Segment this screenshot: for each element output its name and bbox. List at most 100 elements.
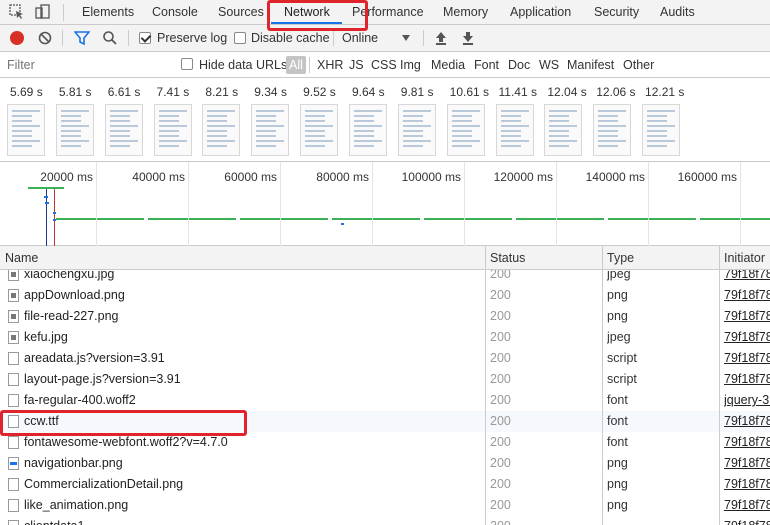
request-initiator-link[interactable]: 79f18f78 <box>724 474 770 495</box>
clear-icon[interactable] <box>38 31 52 45</box>
tab-sources[interactable]: Sources <box>218 0 264 24</box>
request-row[interactable]: navigationbar.png 200 png 79f18f78 <box>0 453 770 474</box>
column-header-initiator[interactable]: Initiator <box>719 246 765 270</box>
record-icon[interactable] <box>10 31 24 45</box>
preserve-log-label: Preserve log <box>157 31 228 45</box>
filmstrip-frame-thumbnail[interactable] <box>104 104 143 156</box>
request-initiator-link[interactable]: 79f18f78 <box>724 411 770 432</box>
column-header-status[interactable]: Status <box>485 246 525 270</box>
filmstrip-frame-thumbnail[interactable] <box>251 104 290 156</box>
filter-type-css[interactable]: CSS <box>371 52 397 78</box>
filmstrip-frame-thumbnail[interactable] <box>300 104 339 156</box>
filmstrip-frame-thumbnail[interactable] <box>495 104 534 156</box>
overview-bar <box>56 218 770 220</box>
file-icon <box>8 499 19 512</box>
overview-gridline <box>96 162 97 246</box>
filmstrip-frame-time: 9.52 s <box>303 85 336 99</box>
filter-input[interactable] <box>2 55 170 75</box>
preserve-log-checkbox[interactable] <box>139 32 151 44</box>
tab-elements[interactable]: Elements <box>82 0 134 24</box>
file-icon <box>8 270 19 281</box>
filter-type-font[interactable]: Font <box>474 52 499 78</box>
filmstrip-frame-time: 12.06 s <box>596 85 636 99</box>
filmstrip-frame-thumbnail[interactable] <box>348 104 387 156</box>
filter-type-other[interactable]: Other <box>623 52 654 78</box>
filmstrip-frame-thumbnail[interactable] <box>153 104 192 156</box>
filter-type-doc[interactable]: Doc <box>508 52 530 78</box>
request-initiator-link[interactable]: 79f18f78 <box>724 270 770 285</box>
device-toolbar-icon[interactable] <box>34 3 52 21</box>
request-type: font <box>607 435 628 449</box>
tab-console[interactable]: Console <box>152 0 198 24</box>
overview-tick-label: 160000 ms <box>677 170 737 184</box>
request-initiator-link[interactable]: 79f18f78 <box>724 348 770 369</box>
overview-tick-label: 100000 ms <box>401 170 461 184</box>
request-row[interactable]: clientdata1... 200 79f18f78 <box>0 516 770 525</box>
request-type: png <box>607 477 628 491</box>
network-overview-timeline[interactable]: 20000 ms 40000 ms 60000 ms 80000 ms 100000 m… <box>0 162 770 246</box>
request-initiator-link[interactable]: 79f18f78 <box>724 495 770 516</box>
filter-type-js[interactable]: JS <box>349 52 364 78</box>
hide-data-urls-checkbox[interactable] <box>181 58 193 70</box>
request-initiator-link[interactable]: 79f18f78 <box>724 369 770 390</box>
request-initiator-link[interactable]: 79f18f78 <box>724 516 770 525</box>
request-row[interactable]: xiaochengxu.jpg 200 jpeg 79f18f78 <box>0 270 770 285</box>
filmstrip-frame-thumbnail[interactable] <box>544 104 583 156</box>
tab-application[interactable]: Application <box>510 0 571 24</box>
filmstrip-frame-thumbnail[interactable] <box>446 104 485 156</box>
request-initiator-link[interactable]: 79f18f78 <box>724 327 770 348</box>
request-initiator-link[interactable]: 79f18f78 <box>724 432 770 453</box>
filmstrip-frame-thumbnail[interactable] <box>7 104 45 156</box>
filter-type-all[interactable]: All <box>286 56 306 74</box>
inspect-element-icon[interactable] <box>8 3 26 21</box>
filter-type-ws[interactable]: WS <box>539 52 559 78</box>
overview-gridline <box>280 162 281 246</box>
overview-gridline <box>464 162 465 246</box>
column-divider <box>602 270 603 525</box>
highlight-box-network-tab <box>267 0 368 31</box>
tab-memory[interactable]: Memory <box>443 0 488 24</box>
request-row[interactable]: file-read-227.png 200 png 79f18f78 <box>0 306 770 327</box>
filter-bar: Hide data URLs All XHR JS CSS Img Media … <box>0 52 770 78</box>
file-icon <box>8 478 19 491</box>
filmstrip-frame-thumbnail[interactable] <box>642 104 681 156</box>
filmstrip-frame-thumbnail[interactable] <box>397 104 436 156</box>
filter-type-media[interactable]: Media <box>431 52 465 78</box>
request-initiator-link[interactable]: jquery-3. <box>724 390 770 411</box>
overview-tick-label: 60000 ms <box>224 170 277 184</box>
request-row[interactable]: like_animation.png 200 png 79f18f78 <box>0 495 770 516</box>
chevron-down-icon[interactable] <box>402 35 410 41</box>
request-initiator-link[interactable]: 79f18f78 <box>724 306 770 327</box>
request-row[interactable]: kefu.jpg 200 jpeg 79f18f78 <box>0 327 770 348</box>
screenshot-filmstrip: 5.69 s 5.81 s 6.61 s 7.41 s 8.21 s 9.34 s 9.52… <box>0 78 770 162</box>
request-row[interactable]: CommercializationDetail.png 200 png 79f18f7… <box>0 474 770 495</box>
file-icon <box>8 331 19 344</box>
column-divider <box>719 270 720 525</box>
filmstrip-frame-time: 11.41 s <box>498 85 537 99</box>
filmstrip-frame-thumbnail[interactable] <box>55 104 94 156</box>
filmstrip-frame-thumbnail[interactable] <box>593 104 632 156</box>
request-initiator-link[interactable]: 79f18f78 <box>724 285 770 306</box>
export-har-icon[interactable] <box>461 30 475 46</box>
filter-type-manifest[interactable]: Manifest <box>567 52 614 78</box>
column-header-type[interactable]: Type <box>602 246 634 270</box>
request-row[interactable]: fa-regular-400.woff2 200 font jquery-3. <box>0 390 770 411</box>
filter-icon[interactable] <box>73 31 91 46</box>
filter-type-xhr[interactable]: XHR <box>317 52 343 78</box>
search-icon[interactable] <box>102 30 118 46</box>
import-har-icon[interactable] <box>434 30 448 46</box>
tab-audits[interactable]: Audits <box>660 0 695 24</box>
filter-type-img[interactable]: Img <box>400 52 421 78</box>
request-status: 200 <box>490 393 511 407</box>
request-row[interactable]: appDownload.png 200 png 79f18f78 <box>0 285 770 306</box>
tab-security[interactable]: Security <box>594 0 639 24</box>
overview-tick-label: 80000 ms <box>316 170 369 184</box>
request-row[interactable]: layout-page.js?version=3.91 200 script 79f1… <box>0 369 770 390</box>
request-initiator-link[interactable]: 79f18f78 <box>724 453 770 474</box>
filmstrip-frame-thumbnail[interactable] <box>202 104 241 156</box>
overview-gridline <box>188 162 189 246</box>
disable-cache-checkbox[interactable] <box>234 32 246 44</box>
load-marker <box>54 189 55 246</box>
request-row[interactable]: areadata.js?version=3.91 200 script 79f18f7… <box>0 348 770 369</box>
column-header-name[interactable]: Name <box>0 246 38 270</box>
